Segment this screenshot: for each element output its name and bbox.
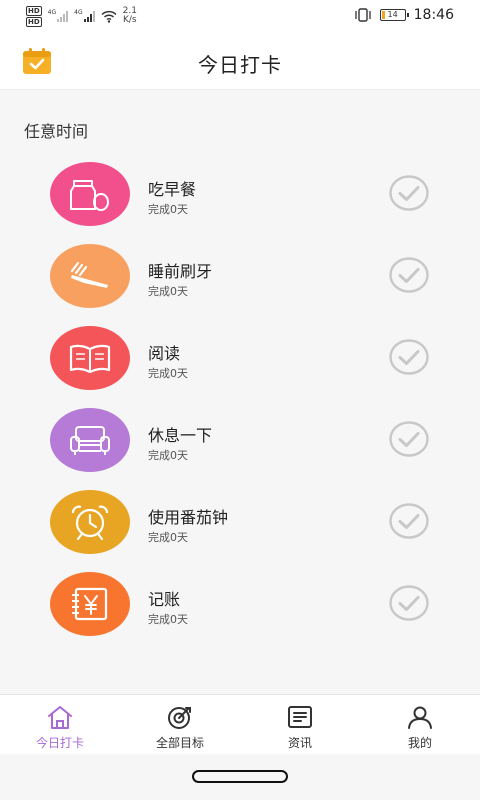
habit-icon-circle xyxy=(50,162,130,226)
network-type-2: 4G xyxy=(74,9,83,16)
habit-icon-circle xyxy=(50,244,130,308)
habit-status: 完成0天 xyxy=(148,285,188,298)
tab-today-checkin[interactable]: 今日打卡 xyxy=(0,695,120,754)
gesture-area xyxy=(0,754,480,800)
signal-1: 4G xyxy=(47,9,69,22)
home-icon xyxy=(48,706,72,729)
check-circle-icon[interactable] xyxy=(389,339,429,375)
tab-label: 资讯 xyxy=(287,736,312,750)
check-circle-icon[interactable] xyxy=(389,503,429,539)
habit-icon-circle xyxy=(50,408,130,472)
tab-label: 我的 xyxy=(407,736,432,750)
tab-mine[interactable]: 我的 xyxy=(360,695,480,754)
hd-indicators: HD HD xyxy=(26,5,42,27)
habit-status: 完成0天 xyxy=(148,203,188,216)
user-icon xyxy=(408,706,432,729)
signal-bars-1-icon xyxy=(57,10,69,22)
habit-name: 吃早餐 xyxy=(148,180,197,199)
habit-icon-circle xyxy=(50,572,130,636)
sofa-icon xyxy=(70,426,110,455)
habit-item-rest[interactable]: 休息一下 完成0天 xyxy=(0,408,480,478)
tab-label: 全部目标 xyxy=(155,736,204,750)
bottom-tab-bar: 今日打卡 全部目标 资讯 我的 xyxy=(0,694,480,754)
network-type-1: 4G xyxy=(47,9,57,16)
habit-icon-circle xyxy=(50,490,130,554)
signal-2: 4G xyxy=(74,9,95,22)
section-label: 任意时间 xyxy=(24,122,89,141)
hd-badge-2: HD xyxy=(26,16,42,27)
speed-unit: K/s xyxy=(122,15,137,25)
habit-status: 完成0天 xyxy=(148,367,188,380)
tab-label: 今日打卡 xyxy=(35,736,84,750)
tab-news[interactable]: 资讯 xyxy=(240,695,360,754)
news-icon xyxy=(288,706,312,728)
habit-item-bookkeeping[interactable]: 记账 完成0天 xyxy=(0,572,480,642)
habit-status: 完成0天 xyxy=(148,449,188,462)
check-circle-icon[interactable] xyxy=(389,257,429,293)
clock: 18:46 xyxy=(413,7,454,23)
alarm-clock-icon xyxy=(71,505,109,540)
toothbrush-icon xyxy=(70,261,108,288)
hd-badge-1: HD xyxy=(26,5,42,16)
habit-icon-circle xyxy=(50,326,130,390)
habit-item-reading[interactable]: 阅读 完成0天 xyxy=(0,326,480,396)
check-circle-icon[interactable] xyxy=(389,585,429,621)
target-icon xyxy=(168,707,191,729)
vibrate-icon xyxy=(354,8,371,22)
tab-all-goals[interactable]: 全部目标 xyxy=(120,695,240,754)
book-icon xyxy=(69,344,111,374)
ledger-icon xyxy=(72,587,108,621)
habit-item-breakfast[interactable]: 吃早餐 完成0天 xyxy=(0,162,480,232)
breakfast-icon xyxy=(70,180,109,211)
habit-name: 使用番茄钟 xyxy=(148,508,229,527)
check-circle-icon[interactable] xyxy=(389,175,429,211)
habit-item-brush-teeth[interactable]: 睡前刷牙 完成0天 xyxy=(0,244,480,314)
habit-name: 阅读 xyxy=(148,344,181,363)
habit-item-pomodoro[interactable]: 使用番茄钟 完成0天 xyxy=(0,490,480,560)
battery-level xyxy=(381,11,385,19)
habit-status: 完成0天 xyxy=(148,531,188,544)
status-right: 14 18:46 xyxy=(354,7,454,23)
habit-name: 休息一下 xyxy=(148,426,213,445)
habit-name: 记账 xyxy=(148,590,181,609)
signal-bars-2-icon xyxy=(83,10,95,22)
network-speed: 2.1 K/s xyxy=(123,7,137,25)
check-circle-icon[interactable] xyxy=(389,421,429,457)
battery-percent: 14 xyxy=(387,10,398,19)
status-left: HD HD 4G 4G 2.1 K/s xyxy=(26,4,137,28)
battery-icon: 14 xyxy=(379,9,409,21)
habit-name: 睡前刷牙 xyxy=(148,262,213,281)
wifi-icon xyxy=(101,10,117,23)
home-indicator[interactable] xyxy=(192,770,288,783)
status-bar: HD HD 4G 4G 2.1 K/s 14 18:46 xyxy=(0,0,480,32)
app-header: 今日打卡 xyxy=(0,32,480,90)
page-title: 今日打卡 xyxy=(198,53,282,77)
habit-status: 完成0天 xyxy=(148,613,188,626)
